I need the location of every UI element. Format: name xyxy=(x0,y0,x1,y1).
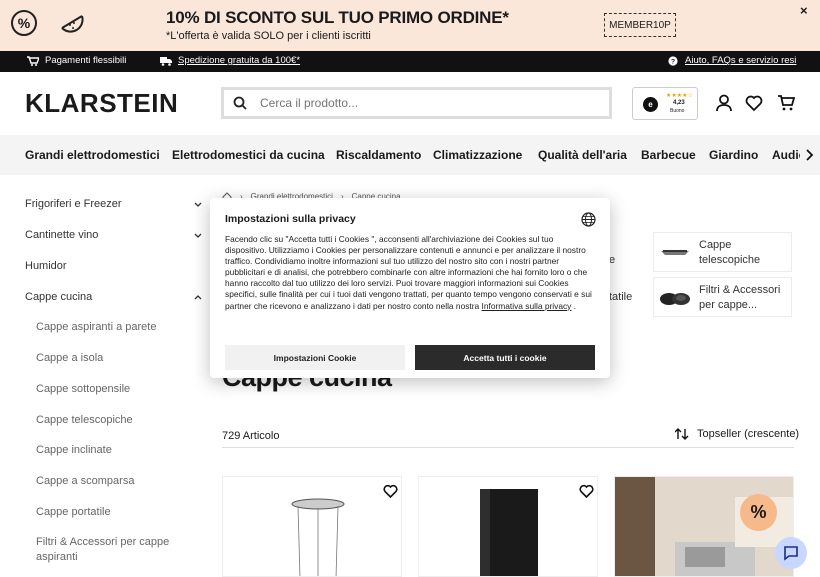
info-bar: Pagamenti flessibili Spedizione gratuita… xyxy=(0,51,820,72)
sidebar-subitem[interactable]: Filtri & Accessori per cappe aspiranti xyxy=(36,535,186,565)
nav-item[interactable]: Grandi elettrodomestici xyxy=(25,148,160,162)
sidebar-subitem[interactable]: Cappe a isola xyxy=(36,351,186,366)
nav-item[interactable]: Climatizzazione xyxy=(433,148,522,162)
truck-icon xyxy=(160,56,172,66)
chevron-right-icon[interactable] xyxy=(804,149,814,161)
cookie-settings-button[interactable]: Impostazioni Cookie xyxy=(225,345,405,370)
shipping-info[interactable]: Spedizione gratuita da 100€* xyxy=(160,55,300,66)
divider xyxy=(222,447,794,448)
chat-button[interactable] xyxy=(775,537,807,569)
promo-code[interactable]: MEMBER10P xyxy=(604,13,676,37)
sidebar-subitem[interactable]: Cappe inclinate xyxy=(36,443,186,458)
privacy-text: Facendo clic su "Accetta tutti i Cookies… xyxy=(225,234,595,312)
promo-subtitle: *L'offerta è valida SOLO per i clienti i… xyxy=(166,30,371,42)
privacy-body: Facendo clic su "Accetta tutti i Cookies… xyxy=(225,234,592,311)
accept-all-cookies-button[interactable]: Accetta tutti i cookie xyxy=(415,345,595,370)
close-icon[interactable]: × xyxy=(800,3,808,18)
ceiling-hood-image xyxy=(480,489,538,576)
privacy-body-end: . xyxy=(571,300,577,311)
privacy-title: Impostazioni sulla privacy xyxy=(225,213,356,225)
filters-image xyxy=(660,293,690,305)
nav-item[interactable]: Qualità dell'aria xyxy=(538,148,627,162)
svg-text:?: ? xyxy=(671,58,675,65)
trusted-shops-rating[interactable]: e ★★★★☆ 4,23 Buono xyxy=(632,87,698,120)
cart-icon xyxy=(27,55,39,66)
privacy-modal: Impostazioni sulla privacy Facendo clic … xyxy=(210,198,610,378)
privacy-policy-link[interactable]: Informativa sulla privacy xyxy=(482,301,572,311)
help-link[interactable]: Aiuto, FAQs e servizio resi xyxy=(685,55,796,66)
category-sidebar: Frigoriferi e Freezer Cantinette vino Hu… xyxy=(0,175,215,577)
heart-icon[interactable] xyxy=(745,94,763,112)
nav-item[interactable]: Audio xyxy=(772,148,800,162)
chevron-down-icon[interactable] xyxy=(193,200,203,210)
sort-label[interactable]: Topseller (crescente) xyxy=(697,428,799,440)
search-bar[interactable] xyxy=(221,87,612,119)
product-card[interactable] xyxy=(222,476,402,577)
sidebar-item-humidor[interactable]: Humidor xyxy=(25,260,67,272)
heart-icon[interactable] xyxy=(383,484,398,498)
rating-score: 4,23 xyxy=(673,100,685,106)
chevron-down-icon[interactable] xyxy=(193,231,203,241)
sidebar-subitem[interactable]: Cappe aspiranti a parete xyxy=(36,320,186,335)
payments-info: Pagamenti flessibili xyxy=(27,55,126,66)
category-label: Cappe telescopiche xyxy=(699,239,761,266)
percent-icon: % xyxy=(11,10,37,36)
category-label-partial[interactable]: tatile xyxy=(609,291,632,303)
heart-icon[interactable] xyxy=(579,484,594,498)
discount-badge: % xyxy=(740,494,777,531)
telescopic-hood-image xyxy=(661,250,689,255)
main-nav: Grandi elettrodomestici Elettrodomestici… xyxy=(0,135,820,175)
category-card[interactable]: Cappe telescopiche xyxy=(653,232,792,272)
sidebar-subitem[interactable]: Cappe portatile xyxy=(36,505,186,520)
nav-item[interactable]: Barbecue xyxy=(641,148,696,162)
product-card[interactable] xyxy=(418,476,598,577)
island-hood-image xyxy=(291,498,345,576)
rating-stars: ★★★★☆ xyxy=(666,93,693,99)
shipping-link[interactable]: Spedizione gratuita da 100€* xyxy=(178,55,300,66)
search-input[interactable] xyxy=(260,94,600,112)
search-icon[interactable] xyxy=(233,96,247,110)
category-label: Filtri & Accessori per cappe... xyxy=(699,284,781,311)
item-count: 729 Articolo xyxy=(222,430,280,442)
chat-icon xyxy=(784,546,798,561)
promo-banner: % 10% DI SCONTO SUL TUO PRIMO ORDINE* *L… xyxy=(0,0,820,51)
nav-item[interactable]: Giardino xyxy=(709,148,758,162)
sort-control[interactable]: Topseller (crescente) xyxy=(675,428,799,440)
help-icon: ? xyxy=(668,55,678,66)
promo-title: 10% DI SCONTO SUL TUO PRIMO ORDINE* xyxy=(166,8,509,27)
cart-icon[interactable] xyxy=(777,94,795,112)
site-header: KLARSTEIN e ★★★★☆ 4,23 Buono xyxy=(0,72,820,135)
help-info[interactable]: ? Aiuto, FAQs e servizio resi xyxy=(667,55,796,66)
sort-icon xyxy=(675,428,689,440)
sidebar-subitem[interactable]: Cappe a scomparsa xyxy=(36,474,186,489)
sidebar-item-wine[interactable]: Cantinette vino xyxy=(25,229,98,241)
sidebar-item-fridges[interactable]: Frigoriferi e Freezer xyxy=(25,198,122,210)
watermelon-icon xyxy=(61,15,84,33)
globe-icon[interactable] xyxy=(581,212,596,227)
nav-item[interactable]: Riscaldamento xyxy=(336,148,421,162)
user-icon[interactable] xyxy=(715,94,733,112)
rating-label: Buono xyxy=(670,108,685,114)
payments-label: Pagamenti flessibili xyxy=(45,55,127,66)
sidebar-subitem[interactable]: Cappe sottopensile xyxy=(36,382,186,397)
trust-badge: e xyxy=(643,97,658,112)
nav-item[interactable]: Elettrodomestici da cucina xyxy=(172,148,325,162)
category-card[interactable]: Filtri & Accessori per cappe... xyxy=(653,277,792,317)
chevron-up-icon[interactable] xyxy=(193,292,203,302)
sidebar-item-hoods[interactable]: Cappe cucina xyxy=(25,291,92,303)
sidebar-subitem[interactable]: Cappe telescopiche xyxy=(36,413,186,428)
site-logo[interactable]: KLARSTEIN xyxy=(25,88,178,119)
